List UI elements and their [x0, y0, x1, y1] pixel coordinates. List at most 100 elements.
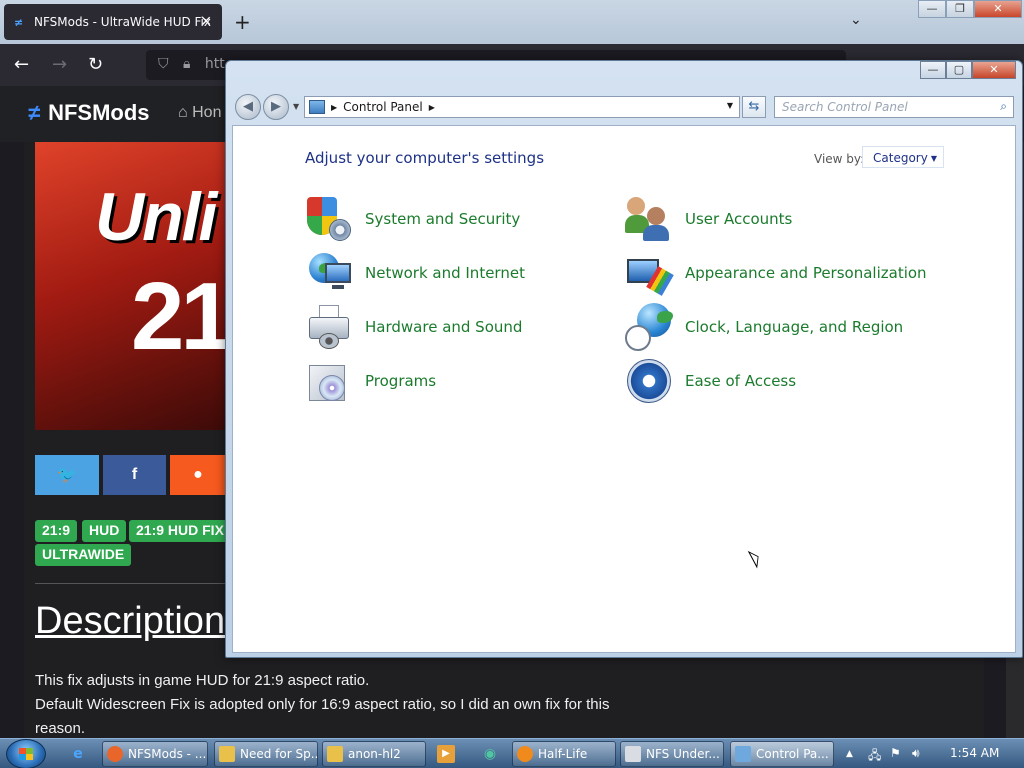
monitor-brush-icon — [625, 249, 674, 297]
category-appearance-and-personalization[interactable]: Appearance and Personalization — [625, 249, 927, 297]
category-link[interactable]: Hardware and Sound — [365, 318, 522, 336]
browser-close-button[interactable]: ✕ — [974, 0, 1022, 18]
site-logo[interactable]: ≠ NFSMods — [28, 100, 150, 126]
cp-address-bar[interactable]: ▶ Control Panel ▶ ▼ — [304, 96, 740, 118]
folder-icon — [219, 746, 235, 762]
category-link[interactable]: Clock, Language, and Region — [685, 318, 903, 336]
cp-search-input[interactable]: Search Control Panel ⌕ — [774, 96, 1014, 118]
shield-icon: ⛉ — [158, 56, 169, 72]
forward-arrow-icon[interactable]: → — [52, 54, 67, 75]
cp-forward-button[interactable]: ▶ — [263, 94, 289, 120]
share-facebook-button[interactable]: f — [103, 455, 166, 495]
globe-app-icon[interactable]: ◉ — [478, 743, 502, 765]
twitter-icon: 🐦 — [57, 467, 77, 484]
network-icon[interactable]: 🖧︎ — [868, 746, 881, 767]
tag-21-9[interactable]: 21:9 — [35, 520, 78, 542]
taskbar: e NFSMods - ... Need for Sp... anon-hl2 … — [0, 738, 1024, 768]
show-hidden-icons-chevron-icon[interactable]: ▲ — [846, 749, 853, 759]
category-link[interactable]: Appearance and Personalization — [685, 264, 927, 282]
home-icon: ⌂ — [178, 104, 193, 121]
breadcrumb-separator-icon[interactable]: ▶ — [429, 103, 435, 112]
nav-home-label: Hon — [192, 104, 222, 121]
category-network-and-internet[interactable]: Network and Internet — [305, 249, 525, 297]
globe-clock-icon — [625, 303, 673, 351]
cp-minimize-button[interactable]: — — [920, 61, 946, 79]
tag-21-9-hud-fix[interactable]: 21:9 HUD FIX — [129, 520, 231, 542]
category-hardware-and-sound[interactable]: Hardware and Sound — [305, 303, 522, 351]
hero-title-text: Unli — [95, 179, 217, 255]
taskbar-item-control-panel[interactable]: Control Pa... — [730, 741, 834, 767]
browser-tab-strip: ≠ NFSMods - UltraWide HUD Fix ✕ + ⌄ — ❐ … — [0, 0, 1024, 44]
browser-minimize-button[interactable]: — — [918, 0, 946, 18]
category-ease-of-access[interactable]: Ease of Access — [625, 357, 796, 405]
url-text: htt — [204, 56, 225, 72]
category-clock-language-region[interactable]: Clock, Language, and Region — [625, 303, 903, 351]
cp-maximize-button[interactable]: ▢ — [946, 61, 972, 79]
category-link[interactable]: Ease of Access — [685, 372, 796, 390]
category-system-and-security[interactable]: System and Security — [305, 195, 520, 243]
cp-close-button[interactable]: ✕ — [972, 61, 1016, 79]
site-logo-text: NFSMods — [48, 100, 150, 125]
control-panel-content: Adjust your computer's settings View by:… — [232, 125, 1016, 653]
shield-icon — [305, 195, 353, 243]
network-globe-icon — [305, 249, 353, 297]
taskbar-item-label: Control Pa... — [756, 747, 829, 761]
tab-list-chevron-icon[interactable]: ⌄ — [850, 12, 862, 28]
category-programs[interactable]: Programs — [305, 357, 436, 405]
taskbar-item-label: Need for Sp... — [240, 747, 318, 761]
browser-tab-nfsmods[interactable]: ≠ NFSMods - UltraWide HUD Fix ✕ — [4, 4, 222, 40]
tag-ultrawide[interactable]: ULTRAWIDE — [35, 544, 132, 566]
ease-of-access-icon — [625, 357, 673, 405]
taskbar-item-half-life[interactable]: Half-Life — [512, 741, 616, 767]
forward-arrow-icon: ▶ — [271, 99, 281, 114]
cp-back-button[interactable]: ◀ — [235, 94, 261, 120]
address-dropdown-chevron-icon[interactable]: ▼ — [727, 101, 733, 110]
taskbar-item-need-for-speed-folder[interactable]: Need for Sp... — [214, 741, 318, 767]
taskbar-item-nfs-underground[interactable]: NFS Under... — [620, 741, 724, 767]
category-link[interactable]: System and Security — [365, 210, 520, 228]
firefox-icon — [107, 746, 123, 762]
printer-icon — [305, 303, 353, 351]
category-link[interactable]: Programs — [365, 372, 436, 390]
browser-maximize-button[interactable]: ❐ — [946, 0, 974, 18]
category-link[interactable]: Network and Internet — [365, 264, 525, 282]
back-arrow-icon[interactable]: ← — [14, 54, 29, 75]
media-player-icon[interactable]: ▶ — [437, 745, 455, 763]
chevron-down-icon: ▼ — [930, 154, 937, 163]
taskbar-item-nfsmods[interactable]: NFSMods - ... — [102, 741, 208, 767]
tab-title: NFSMods - UltraWide HUD Fix — [34, 15, 211, 29]
new-tab-button[interactable]: + — [234, 10, 251, 34]
share-twitter-button[interactable]: 🐦 — [35, 455, 99, 495]
action-center-flag-icon[interactable]: ⚑ — [890, 746, 901, 760]
system-tray: ▲ 🖧︎ ⚑ 🔊︎ 1:54 AM — [840, 739, 1024, 768]
reload-icon[interactable]: ↻ — [88, 54, 103, 75]
volume-icon[interactable]: 🔊︎ — [912, 746, 920, 761]
tab-close-icon[interactable]: ✕ — [200, 14, 212, 30]
breadcrumb-separator-icon[interactable]: ▶ — [331, 103, 337, 112]
description-line: reason. — [35, 720, 86, 737]
internet-explorer-icon[interactable]: e — [66, 743, 90, 765]
start-button[interactable] — [6, 739, 46, 768]
lock-icon: 🔒︎ — [182, 56, 191, 72]
view-by-value: Category — [873, 151, 928, 165]
taskbar-item-label: anon-hl2 — [348, 747, 401, 761]
description-line: This fix adjusts in game HUD for 21:9 as… — [35, 672, 370, 689]
browser-window-controls: — ❐ ✕ — [918, 0, 1022, 18]
back-arrow-icon: ◀ — [243, 99, 253, 114]
nav-home-link[interactable]: ⌂ Hon — [178, 104, 221, 122]
search-icon[interactable]: ⌕ — [1000, 99, 1007, 114]
view-by-dropdown[interactable]: Category ▼ — [862, 146, 944, 168]
taskbar-item-anon-hl2-folder[interactable]: anon-hl2 — [322, 741, 426, 767]
share-reddit-button[interactable]: ● — [170, 455, 226, 495]
view-by-label: View by: — [814, 152, 865, 166]
recent-pages-chevron-icon[interactable]: ▼ — [293, 102, 299, 111]
clock[interactable]: 1:54 AM — [950, 746, 999, 760]
breadcrumb-control-panel[interactable]: Control Panel — [343, 100, 423, 114]
category-link[interactable]: User Accounts — [685, 210, 792, 228]
programs-disc-icon — [305, 357, 353, 405]
tag-hud[interactable]: HUD — [82, 520, 127, 542]
category-user-accounts[interactable]: User Accounts — [625, 195, 792, 243]
cp-refresh-button[interactable]: ⇆ — [742, 96, 766, 118]
page-title: Adjust your computer's settings — [305, 149, 545, 167]
cp-search-placeholder: Search Control Panel — [782, 100, 908, 114]
